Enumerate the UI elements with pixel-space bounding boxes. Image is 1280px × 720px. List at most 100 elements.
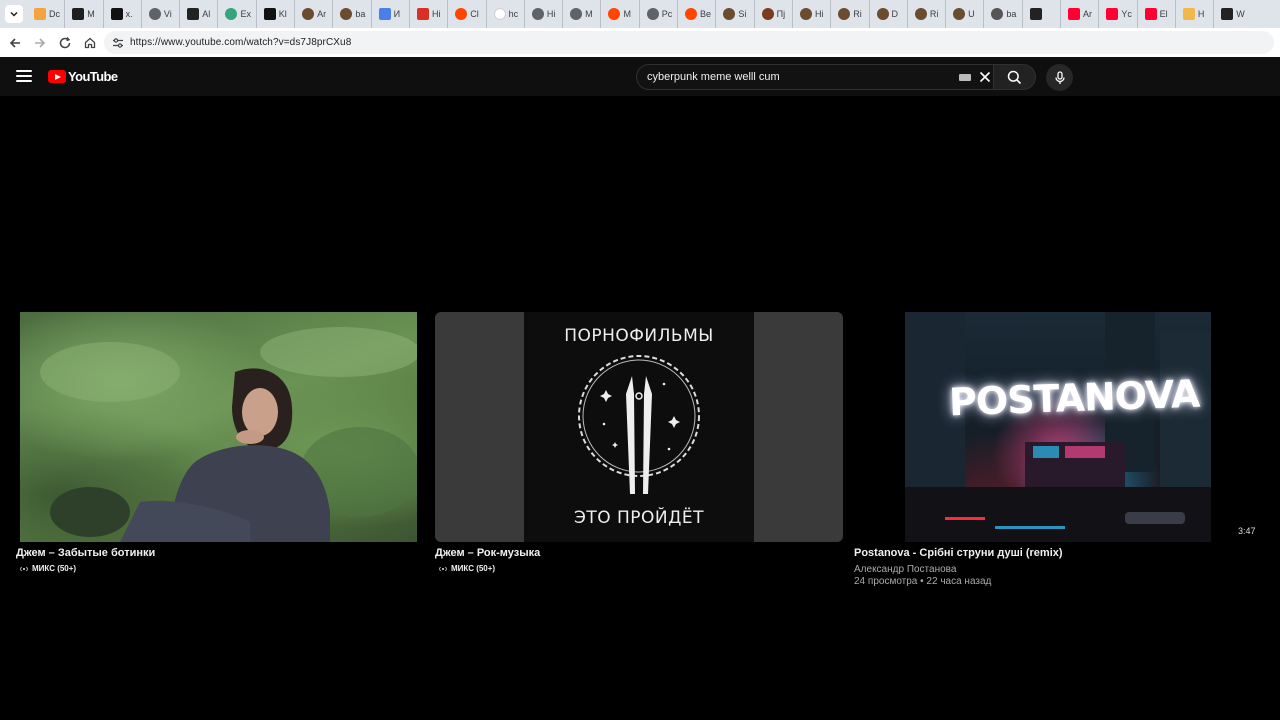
browser-tab[interactable]: Hi — [410, 0, 449, 28]
url-text[interactable]: https://www.youtube.com/watch?v=ds7J8prC… — [130, 37, 351, 48]
video-title[interactable]: Postanova - Срібні струни душі (remix) — [854, 547, 1063, 559]
clear-search-button[interactable] — [976, 68, 994, 86]
browser-tab-title: Al — [202, 9, 211, 19]
home-button[interactable] — [79, 32, 101, 54]
album-cover-top-text: ПОРНОФИЛЬМЫ — [564, 326, 714, 346]
browser-tab-title: Be — [700, 9, 712, 19]
browser-toolbar: https://www.youtube.com/watch?v=ds7J8prC… — [0, 28, 1280, 57]
browser-tab-title: ba — [1006, 9, 1017, 19]
thumbnail-figure — [40, 327, 417, 542]
incognito-icon — [1029, 8, 1042, 20]
search-button[interactable] — [994, 64, 1036, 90]
browser-tab[interactable]: H — [1176, 0, 1215, 28]
reddit-icon — [685, 8, 698, 20]
browser-tab-title: Ar — [1083, 9, 1093, 19]
browser-tab-title: hc — [508, 9, 519, 19]
browser-tab[interactable]: Пj — [755, 0, 793, 28]
browser-tab[interactable]: Ex — [218, 0, 257, 28]
browser-tab[interactable]: M — [563, 0, 602, 28]
browser-tab[interactable]: hc — [487, 0, 525, 28]
w-icon — [1182, 8, 1195, 20]
arrow-right-icon — [35, 37, 46, 48]
browser-tab-title: H — [1197, 9, 1205, 19]
browser-tab[interactable]: Si — [716, 0, 755, 28]
browser-tab[interactable]: W — [1214, 0, 1252, 28]
browser-tab-title: El — [1159, 9, 1168, 19]
guide-menu-button[interactable] — [14, 66, 34, 86]
back-button[interactable] — [4, 32, 26, 54]
site-info-button[interactable] — [108, 33, 128, 53]
video-duration: 3:47 — [1238, 526, 1256, 536]
reload-button[interactable] — [54, 32, 76, 54]
browser-tab[interactable]: M — [601, 0, 640, 28]
browser-tab[interactable] — [1023, 0, 1062, 28]
youtube-icon — [1144, 8, 1157, 20]
browser-tab[interactable]: ba — [333, 0, 372, 28]
browser-tab[interactable]: Ar — [1061, 0, 1100, 28]
channel-name[interactable]: Александр Постанова — [854, 564, 956, 575]
browser-tab[interactable]: Ar — [295, 0, 334, 28]
voice-search-button[interactable] — [1046, 64, 1073, 91]
mix-badge: МИКС (50+) — [439, 564, 495, 573]
browser-tab-title: Ri — [929, 9, 939, 19]
google-icon — [493, 8, 506, 20]
keyboard-icon[interactable] — [959, 74, 971, 81]
tab-search-button[interactable] — [5, 5, 23, 23]
forward-button[interactable] — [29, 32, 51, 54]
browser-tab[interactable]: Ri — [908, 0, 947, 28]
browser-tab-title: И — [393, 9, 401, 19]
browser-tab-strip: Dc Mx. Vi Al Ex Kl Ar ba И Hi Cl hc Hi M M Pc Be Si Пj Hi Ri… — [0, 0, 1280, 28]
browser-tab[interactable]: U — [946, 0, 985, 28]
browser-tab-title: Hi — [814, 9, 824, 19]
browser-tab-title: Vi — [163, 9, 172, 19]
browser-tab-title: Ar — [317, 9, 327, 19]
browser-tab[interactable]: D — [870, 0, 908, 28]
menu-icon-bar — [16, 70, 32, 72]
bolt-cutter-emblem — [578, 355, 700, 494]
browser-tab[interactable]: Ri — [831, 0, 870, 28]
browser-tab[interactable]: Cl — [448, 0, 487, 28]
browser-tab-title: Si — [738, 9, 747, 19]
youtube-logo[interactable]: YouTube — [48, 69, 118, 84]
browser-tab[interactable]: ba — [984, 0, 1023, 28]
browser-tab[interactable]: Hi — [793, 0, 832, 28]
close-icon — [979, 71, 991, 83]
youtube-play-icon — [48, 70, 66, 83]
video-thumbnail[interactable]: ПОРНОФИЛЬМЫ ЭТО ПРОЙДЁТ — [435, 312, 843, 542]
browser-tab[interactable]: El — [1138, 0, 1176, 28]
video-thumbnail[interactable] — [20, 312, 417, 542]
video-title[interactable]: Джем – Забытые ботинки — [16, 547, 155, 559]
browser-tab-title: Ex — [240, 9, 251, 19]
browser-tab[interactable]: Hi — [525, 0, 564, 28]
browser-tab[interactable]: Vi — [142, 0, 181, 28]
browser-tab-title: Пj — [776, 9, 786, 19]
search-input[interactable] — [647, 71, 947, 83]
tune-icon — [113, 37, 123, 48]
avatar-icon — [953, 8, 966, 20]
browser-tab[interactable]: x. — [104, 0, 142, 28]
avatar-icon — [761, 8, 774, 20]
radio-icon — [439, 566, 447, 571]
browser-tab[interactable]: M — [65, 0, 104, 28]
browser-tab-title: M — [87, 9, 95, 19]
browser-tab[interactable]: Kl — [257, 0, 296, 28]
thumbnail-text: POSTANOVA — [948, 371, 1200, 425]
avatar-icon — [799, 8, 812, 20]
radio-icon — [20, 566, 28, 571]
x-icon — [263, 8, 276, 20]
browser-tab[interactable]: Dc — [27, 0, 66, 28]
arrow-left-icon — [9, 37, 20, 48]
menu-icon-bar — [16, 75, 32, 77]
video-thumbnail[interactable]: POSTANOVA — [905, 312, 1211, 542]
video-title[interactable]: Джем – Рок-музыка — [435, 547, 540, 559]
browser-tab[interactable]: Al — [180, 0, 219, 28]
browser-tab[interactable]: Pc — [640, 0, 679, 28]
m-icon — [187, 8, 200, 20]
browser-tab[interactable]: И — [372, 0, 410, 28]
microphone-icon — [1054, 70, 1065, 84]
browser-tab-title: Cl — [470, 9, 479, 19]
address-bar[interactable]: https://www.youtube.com/watch?v=ds7J8prC… — [104, 31, 1274, 54]
browser-tab-title: Kl — [278, 9, 287, 19]
browser-tab[interactable]: Be — [678, 0, 717, 28]
browser-tab[interactable]: Yc — [1099, 0, 1138, 28]
